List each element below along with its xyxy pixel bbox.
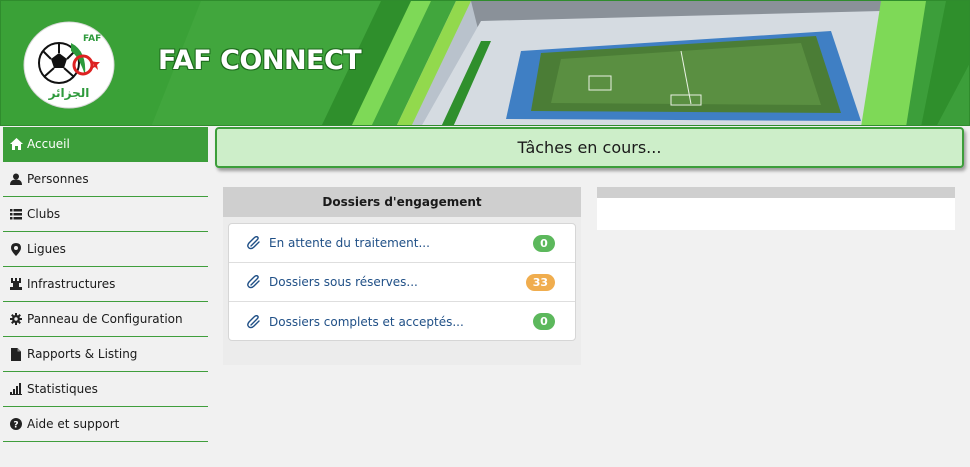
dossier-link-label: En attente du traitement...: [269, 236, 430, 250]
tasks-title: Tâches en cours...: [517, 138, 662, 157]
dossier-link-label: Dossiers sous réserves...: [269, 275, 418, 289]
dossier-link-complets[interactable]: Dossiers complets et acceptés... 0: [229, 302, 575, 341]
tower-icon: [9, 277, 23, 291]
sidebar-item-label: Statistiques: [27, 382, 98, 396]
sidebar-item-label: Ligues: [27, 242, 66, 256]
header-banner: FAF الجزائر FAF CONNECT: [0, 0, 970, 126]
faf-logo: FAF الجزائر: [23, 21, 115, 109]
question-icon: ?: [9, 417, 23, 431]
count-badge: 0: [533, 234, 555, 252]
sidebar-item-label: Rapports & Listing: [27, 347, 138, 361]
list-icon: [9, 207, 23, 221]
map-marker-icon: [9, 242, 23, 256]
count-badge: 0: [533, 313, 555, 330]
sidebar-item-statistiques[interactable]: Statistiques: [3, 372, 208, 407]
sidebar-item-label: Accueil: [27, 137, 70, 151]
sidebar-item-rapports[interactable]: Rapports & Listing: [3, 337, 208, 372]
svg-text:?: ?: [13, 420, 18, 430]
sidebar-item-personnes[interactable]: Personnes: [3, 162, 208, 197]
sidebar-item-configuration[interactable]: Panneau de Configuration: [3, 302, 208, 337]
sidebar-item-label: Aide et support: [27, 417, 120, 431]
secondary-panel-header: [597, 187, 955, 198]
sidebar-item-infrastructures[interactable]: Infrastructures: [3, 267, 208, 302]
dossier-link-label: Dossiers complets et acceptés...: [269, 314, 464, 329]
dossier-link-en-attente[interactable]: En attente du traitement... 0: [229, 224, 575, 263]
paperclip-icon: [247, 236, 260, 250]
secondary-panel: [597, 187, 955, 230]
paperclip-icon: [247, 275, 260, 289]
logo-mark: FAF: [83, 34, 101, 44]
sidebar-nav: Accueil Personnes Clubs Ligues Infrastru…: [3, 127, 208, 467]
dossiers-panel: Dossiers d'engagement En attente du trai…: [223, 187, 581, 365]
stadium-photo: [396, 1, 969, 125]
home-icon: [9, 137, 23, 151]
sidebar-item-label: Panneau de Configuration: [27, 312, 183, 326]
sidebar-item-label: Clubs: [27, 207, 61, 221]
dossier-link-sous-reserves[interactable]: Dossiers sous réserves... 33: [229, 263, 575, 302]
tasks-banner: Tâches en cours...: [215, 127, 964, 168]
sidebar-item-ligues[interactable]: Ligues: [3, 232, 208, 267]
dossiers-list: En attente du traitement... 0 Dossiers s…: [228, 223, 576, 341]
paperclip-icon: [247, 314, 260, 328]
logo-arabic-text: الجزائر: [48, 86, 90, 100]
sidebar-item-label: Infrastructures: [27, 277, 116, 291]
app-title: FAF CONNECT: [158, 45, 362, 76]
sidebar-item-clubs[interactable]: Clubs: [3, 197, 208, 232]
count-badge: 33: [525, 273, 555, 291]
cog-icon: [9, 312, 23, 326]
file-icon: [9, 347, 23, 361]
dossiers-panel-title: Dossiers d'engagement: [322, 195, 482, 209]
sidebar-item-label: Personnes: [27, 172, 89, 186]
sidebar-item-accueil[interactable]: Accueil: [3, 127, 208, 162]
dossiers-panel-header: Dossiers d'engagement: [223, 187, 581, 217]
sidebar-item-aide[interactable]: ? Aide et support: [3, 407, 208, 442]
stats-icon: [9, 382, 23, 396]
user-icon: [9, 172, 23, 186]
